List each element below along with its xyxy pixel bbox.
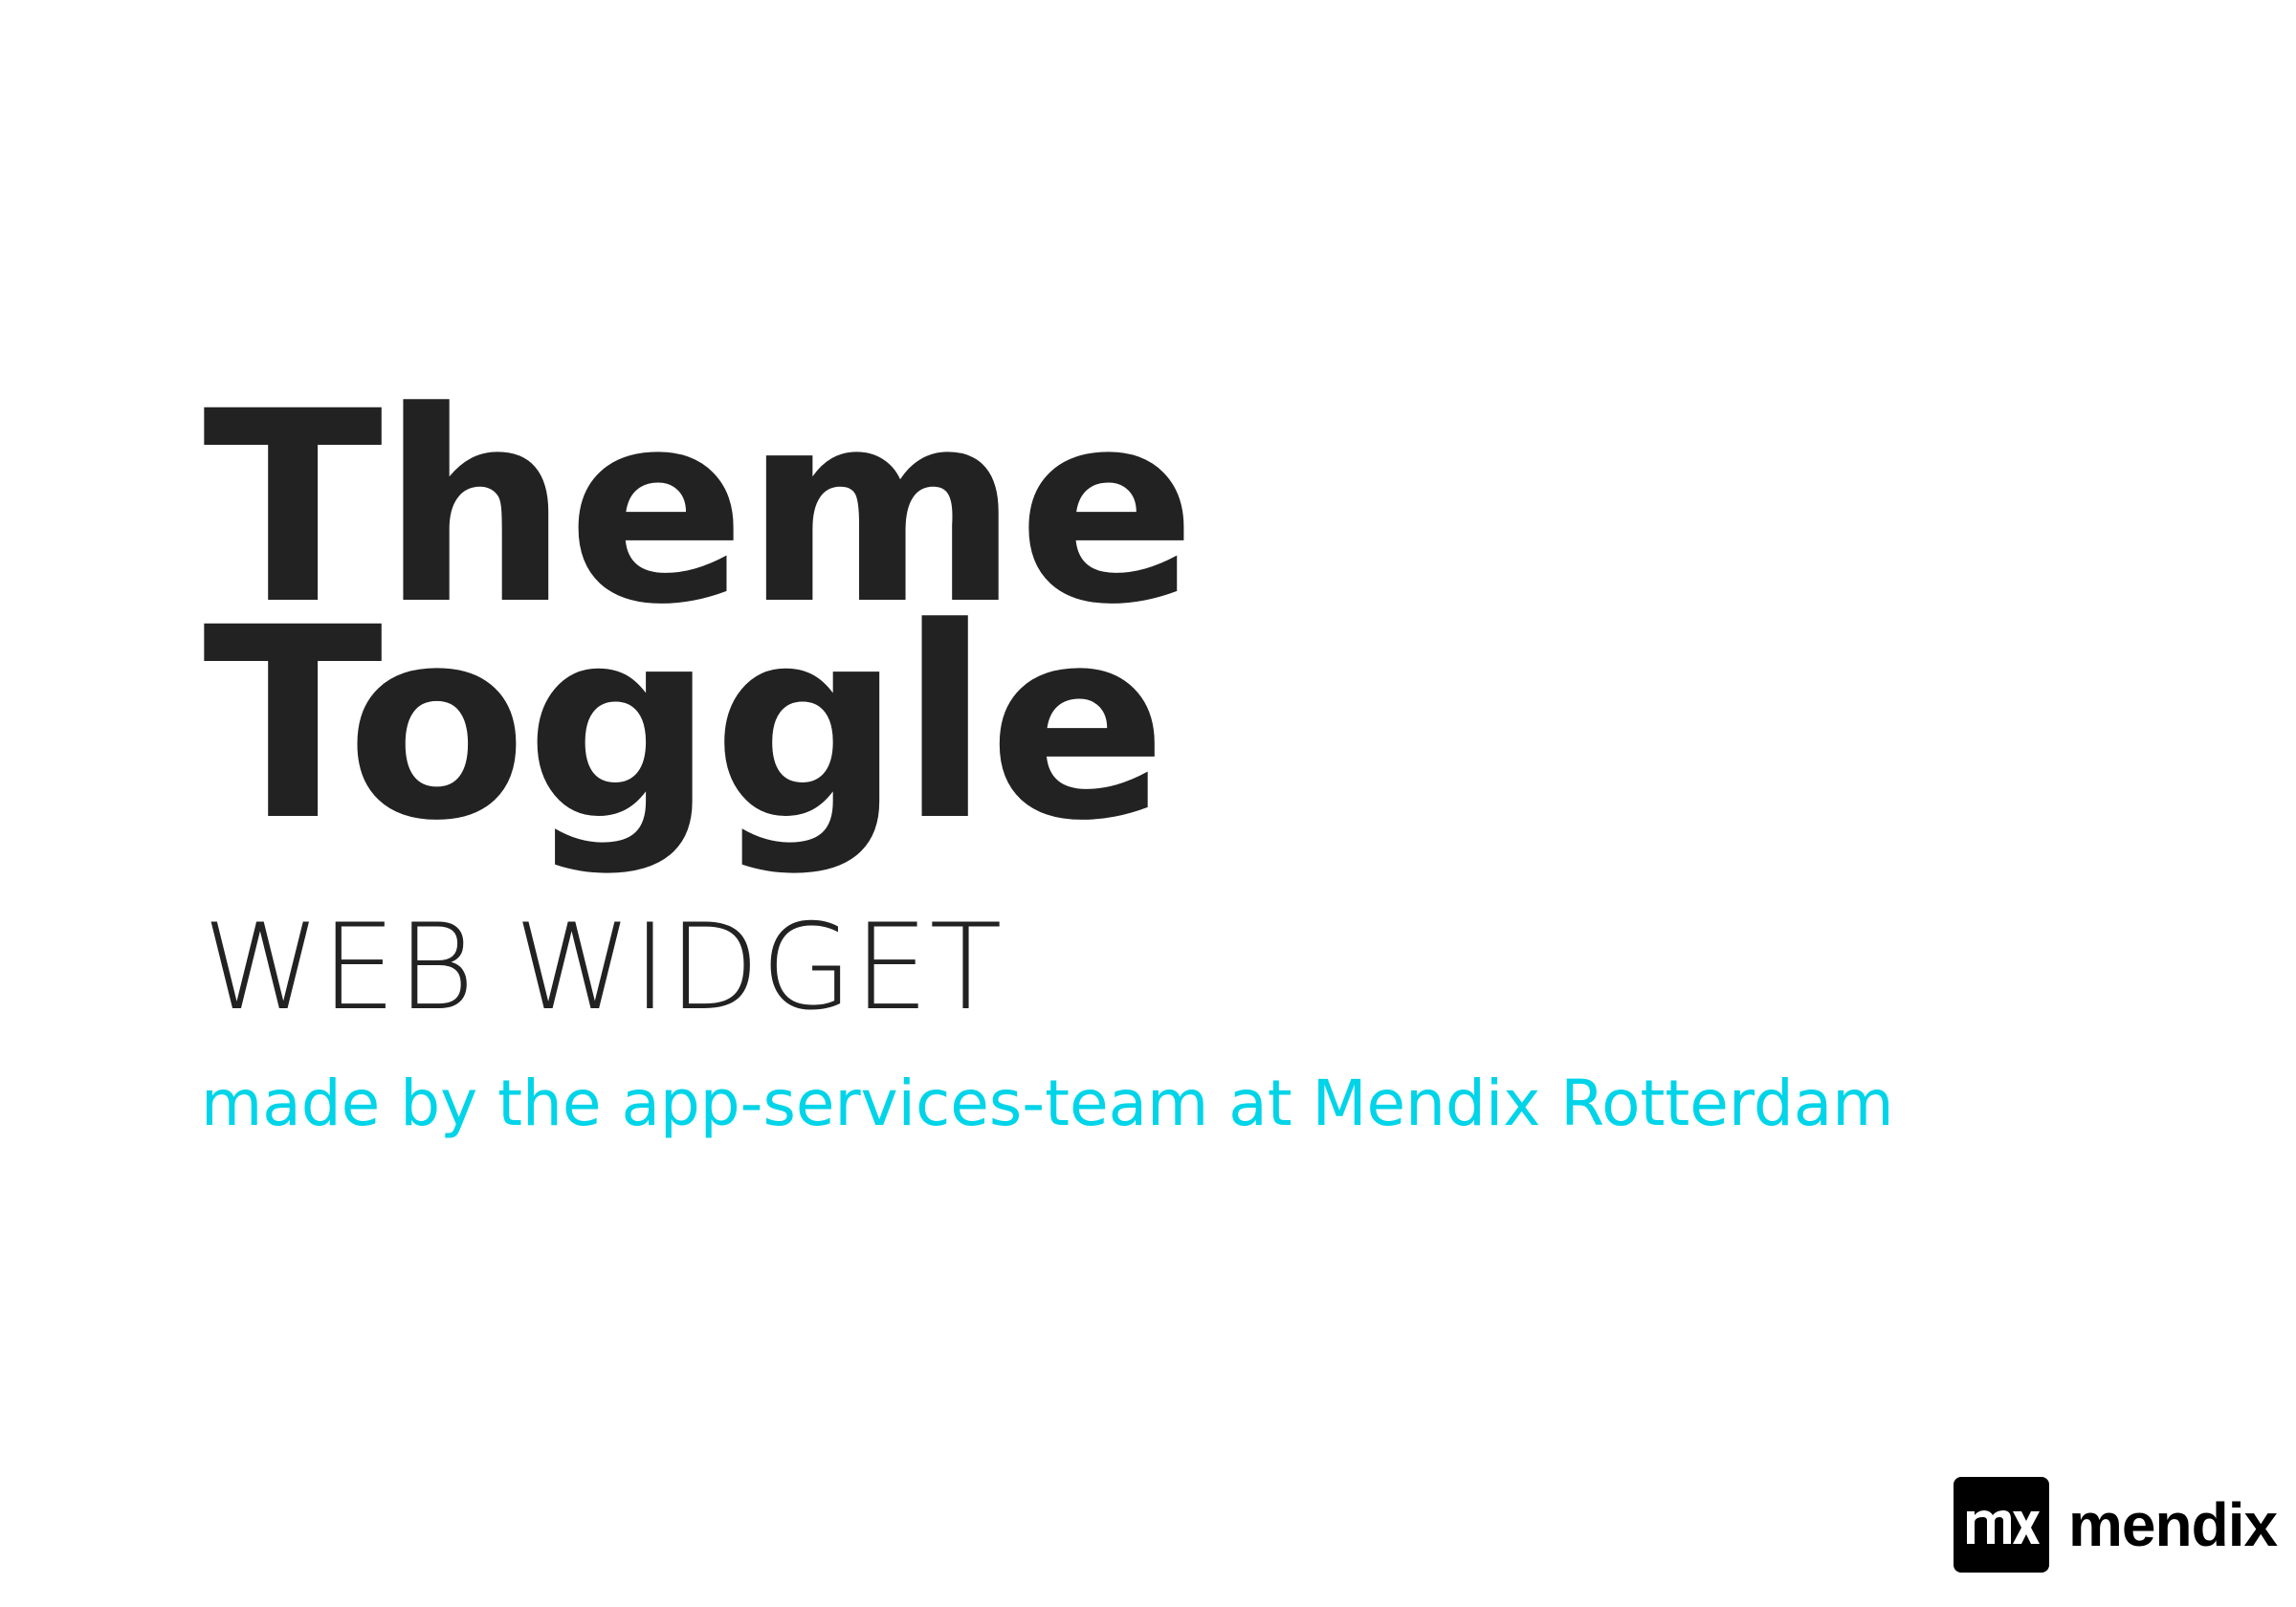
- mx-glyph-icon: [1967, 1510, 2040, 1544]
- mendix-wordmark: mendix: [2068, 1490, 2278, 1559]
- subtitle: WEB WIDGET: [203, 899, 1004, 1037]
- title-block: Theme Toggle: [203, 378, 1197, 879]
- mendix-logo: mendix: [1954, 1477, 2278, 1573]
- title-line-2: Toggle: [203, 572, 1167, 879]
- credits-text: made by the app-services-team at Mendix …: [201, 1067, 1894, 1140]
- mendix-logo-mark-icon: [1954, 1477, 2049, 1573]
